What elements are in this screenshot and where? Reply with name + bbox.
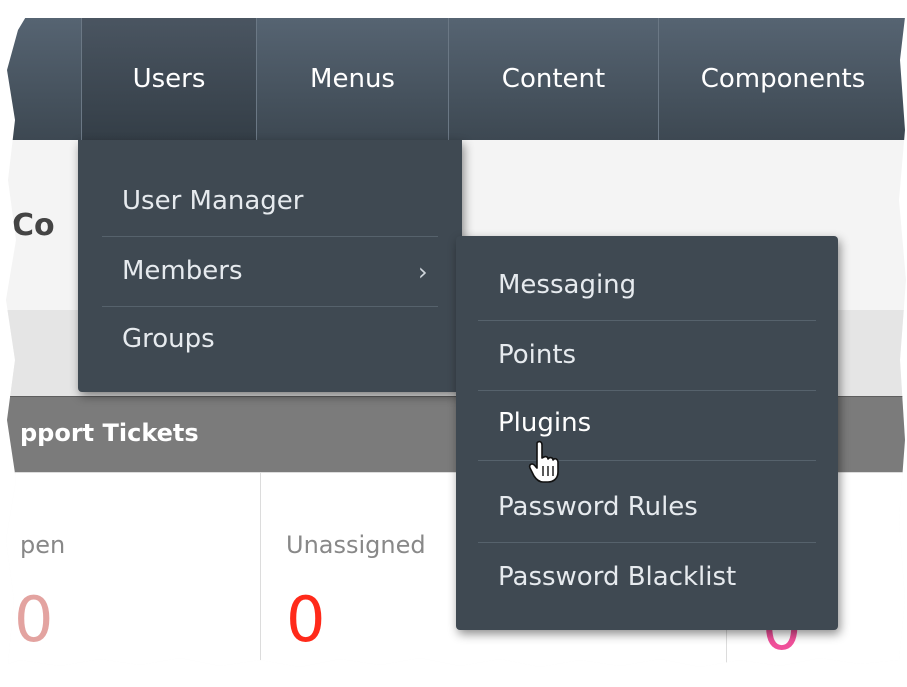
menu-item-members[interactable]: Members [122, 256, 243, 286]
menu-item-label: User Manager [122, 186, 304, 216]
stat-open[interactable]: pen 0 [6, 473, 261, 667]
nav-item-label: Components [700, 64, 866, 94]
page-title: Co [12, 208, 55, 243]
top-navbar: Users Menus Content Components [6, 18, 907, 140]
menu-divider [102, 306, 438, 307]
nav-item-label: Users [132, 64, 206, 94]
menu-item-groups[interactable]: Groups [122, 324, 215, 354]
menu-divider [102, 236, 438, 237]
menu-item-user-manager[interactable]: User Manager [122, 186, 304, 216]
submenu-item-password-blacklist[interactable]: Password Blacklist [498, 562, 736, 592]
chevron-right-icon: › [418, 258, 428, 286]
menu-divider [478, 390, 816, 391]
submenu-item-password-rules[interactable]: Password Rules [498, 492, 698, 522]
nav-item-label: Menus [310, 64, 395, 94]
screenshot-frame: Users Menus Content Components Co pport … [6, 0, 907, 667]
menu-divider [478, 320, 816, 321]
members-submenu: Messaging Points Plugins Password Rules … [456, 236, 838, 630]
users-dropdown-menu: User Manager Members › Groups [78, 140, 462, 392]
nav-item-components[interactable]: Components [659, 18, 907, 140]
menu-item-label: Password Rules [498, 492, 698, 522]
nav-item-content[interactable]: Content [449, 18, 659, 140]
nav-item-left-partial[interactable] [6, 18, 82, 140]
submenu-item-plugins[interactable]: Plugins [498, 408, 591, 438]
menu-item-label: Password Blacklist [498, 562, 737, 592]
stat-label: Unassigned [286, 531, 426, 559]
menu-item-label: Plugins [498, 408, 592, 438]
menu-item-label: Messaging [498, 270, 637, 300]
nav-item-label: Content [501, 64, 606, 94]
stat-value: 0 [286, 583, 326, 656]
stat-value: 0 [14, 583, 54, 656]
stat-label: pen [20, 531, 66, 559]
hand-pointer-icon [528, 440, 559, 483]
menu-item-label: Members [122, 256, 243, 286]
section-title: pport Tickets [20, 419, 199, 447]
menu-item-label: Points [498, 340, 577, 370]
nav-item-menus[interactable]: Menus [257, 18, 449, 140]
nav-item-users[interactable]: Users [82, 18, 257, 140]
menu-divider [478, 542, 816, 543]
submenu-item-points[interactable]: Points [498, 340, 576, 370]
submenu-item-messaging[interactable]: Messaging [498, 270, 636, 300]
menu-item-label: Groups [122, 324, 215, 354]
